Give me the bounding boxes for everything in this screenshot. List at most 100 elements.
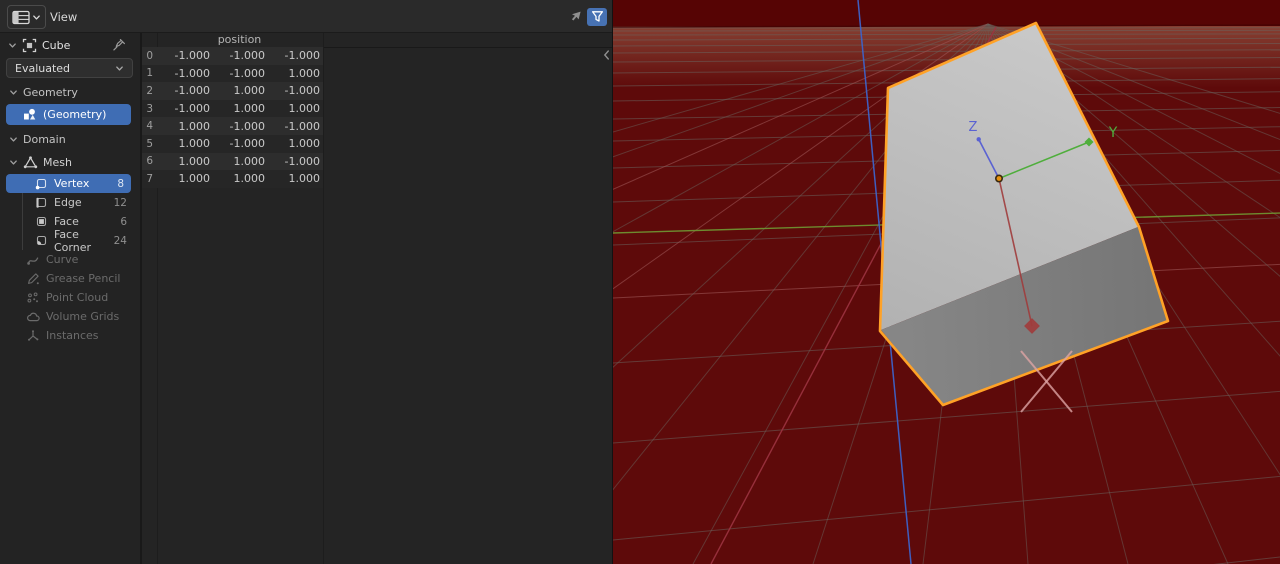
sidebar-item-point-cloud: Point Cloud: [0, 288, 140, 307]
position-value: -1.000: [174, 84, 210, 98]
table-header: position: [142, 33, 612, 48]
edge-icon: [34, 196, 48, 210]
table-row: 7 1.000 1.000 1.000: [142, 170, 323, 188]
position-value: -1.000: [284, 154, 320, 168]
pin-icon[interactable]: [112, 38, 126, 52]
object-row-cube[interactable]: Cube: [0, 34, 140, 56]
row-index: 7: [146, 172, 153, 185]
sidebar-item-grease-pencil: Grease Pencil: [0, 269, 140, 288]
column-header-position[interactable]: position: [157, 33, 322, 46]
filter-toggle-button[interactable]: [587, 7, 607, 26]
item-label: Face: [54, 215, 79, 228]
section-geometry[interactable]: Geometry: [0, 84, 140, 100]
disabled-component-list: Curve Grease Pencil Point Cloud Volume Grid…: [0, 250, 140, 345]
evaluation-mode-dropdown[interactable]: Evaluated: [6, 58, 133, 78]
item-count: 12: [113, 196, 127, 209]
expand-chevron-icon[interactable]: [8, 41, 17, 50]
item-label: Point Cloud: [46, 291, 109, 304]
sidebar-item-face-corner[interactable]: Face Corner 24: [0, 228, 140, 254]
viewport-3d[interactable]: ZY: [612, 0, 1280, 564]
position-value: 1.000: [233, 154, 266, 168]
spreadsheet-sidebar: Cube Evaluated Geometry (Geometry) Domai…: [0, 34, 140, 564]
chevron-down-icon: [115, 64, 124, 73]
position-value: -1.000: [174, 102, 210, 116]
item-count: 6: [120, 215, 127, 228]
sidebar-item-volume-grids: Volume Grids: [0, 307, 140, 326]
table-row: 0 -1.000 -1.000 -1.000: [142, 47, 323, 65]
row-index: 1: [146, 67, 153, 80]
sidebar-item-instances: Instances: [0, 326, 140, 345]
position-value: 1.000: [178, 154, 211, 168]
section-domain[interactable]: Domain: [0, 131, 140, 147]
item-label: Edge: [54, 196, 82, 209]
row-index: 4: [146, 120, 153, 133]
sidebar-item-edge[interactable]: Edge 12: [0, 193, 140, 212]
position-value: -1.000: [229, 66, 265, 80]
sidebar-item-geometry[interactable]: (Geometry): [6, 104, 131, 125]
y-axis-label: Y: [1108, 125, 1118, 141]
position-value: 1.000: [233, 172, 266, 186]
position-value: -1.000: [284, 49, 320, 63]
position-value: 1.000: [233, 84, 266, 98]
face-corner-icon: [34, 234, 48, 248]
item-count: 24: [113, 234, 127, 247]
position-value: 1.000: [178, 172, 211, 186]
table-row: 3 -1.000 1.000 1.000: [142, 99, 323, 118]
view-menu[interactable]: View: [44, 0, 83, 33]
item-label: Grease Pencil: [46, 272, 121, 285]
position-value: -1.000: [284, 84, 320, 98]
sidebar-item-vertex[interactable]: Vertex 8: [6, 174, 131, 193]
position-value: 1.000: [178, 137, 211, 151]
viewport-canvas[interactable]: ZY: [613, 0, 1280, 564]
chevron-down-icon: [9, 88, 18, 97]
mesh-data-icon: [23, 155, 38, 170]
item-label: Instances: [46, 329, 99, 342]
item-label: Volume Grids: [46, 310, 120, 323]
table-row: 2 -1.000 1.000 -1.000: [142, 82, 323, 100]
spreadsheet-icon: [12, 10, 30, 25]
row-index: 2: [146, 84, 153, 97]
row-index: 6: [146, 155, 153, 168]
vertex-icon: [34, 177, 48, 191]
sidebar-item-mesh[interactable]: Mesh: [0, 154, 140, 171]
cursor-icon: [569, 10, 583, 24]
mesh-domain-list: Vertex 8 Edge 12 Face 6 Face Corner 24: [0, 174, 140, 254]
volume-grids-icon: [26, 310, 40, 324]
table-row: 6 1.000 1.000 -1.000: [142, 152, 323, 171]
grease-pencil-icon: [26, 272, 40, 286]
row-index: 0: [146, 49, 153, 62]
point-cloud-icon: [26, 291, 40, 305]
chevron-down-icon: [9, 135, 18, 144]
row-index: 5: [146, 137, 153, 150]
viewport-sky: [613, 0, 1280, 26]
region-collapse-chevron-icon[interactable]: [602, 49, 611, 61]
position-value: 1.000: [288, 172, 321, 186]
sidebar-item-curve: Curve: [0, 250, 140, 269]
position-value: 1.000: [288, 66, 321, 80]
table-row: 1 -1.000 -1.000 1.000: [142, 64, 323, 83]
spreadsheet-editor: View Cube Evaluated Geometry (Geometry) …: [0, 0, 612, 564]
position-value: 1.000: [288, 137, 321, 151]
chevron-down-icon: [32, 13, 41, 22]
position-value: 1.000: [178, 119, 211, 133]
blender-window: View Cube Evaluated Geometry (Geometry) …: [0, 0, 1280, 564]
table-rows: 0 -1.000 -1.000 -1.000 1 -1.000 -1.000 1.000 2 -1…: [142, 47, 612, 188]
cursor-filter-button[interactable]: [566, 8, 586, 26]
item-count: 8: [117, 177, 124, 190]
object-icon: [22, 38, 37, 53]
table-row: 4 1.000 -1.000 -1.000: [142, 117, 323, 135]
object-origin-point: [994, 174, 1003, 183]
evaluation-mode-value: Evaluated: [15, 61, 71, 75]
table-row: 5 1.000 -1.000 1.000: [142, 134, 323, 153]
filter-icon: [591, 10, 604, 23]
item-label: Vertex: [54, 177, 90, 190]
curve-icon: [26, 253, 40, 267]
editor-type-button[interactable]: [7, 5, 46, 29]
position-value: -1.000: [174, 49, 210, 63]
gizmo-z-arrowhead: [976, 137, 981, 142]
position-value: -1.000: [229, 137, 265, 151]
row-index: 3: [146, 102, 153, 115]
position-value: 1.000: [233, 102, 266, 116]
position-value: -1.000: [229, 49, 265, 63]
position-value: -1.000: [229, 119, 265, 133]
